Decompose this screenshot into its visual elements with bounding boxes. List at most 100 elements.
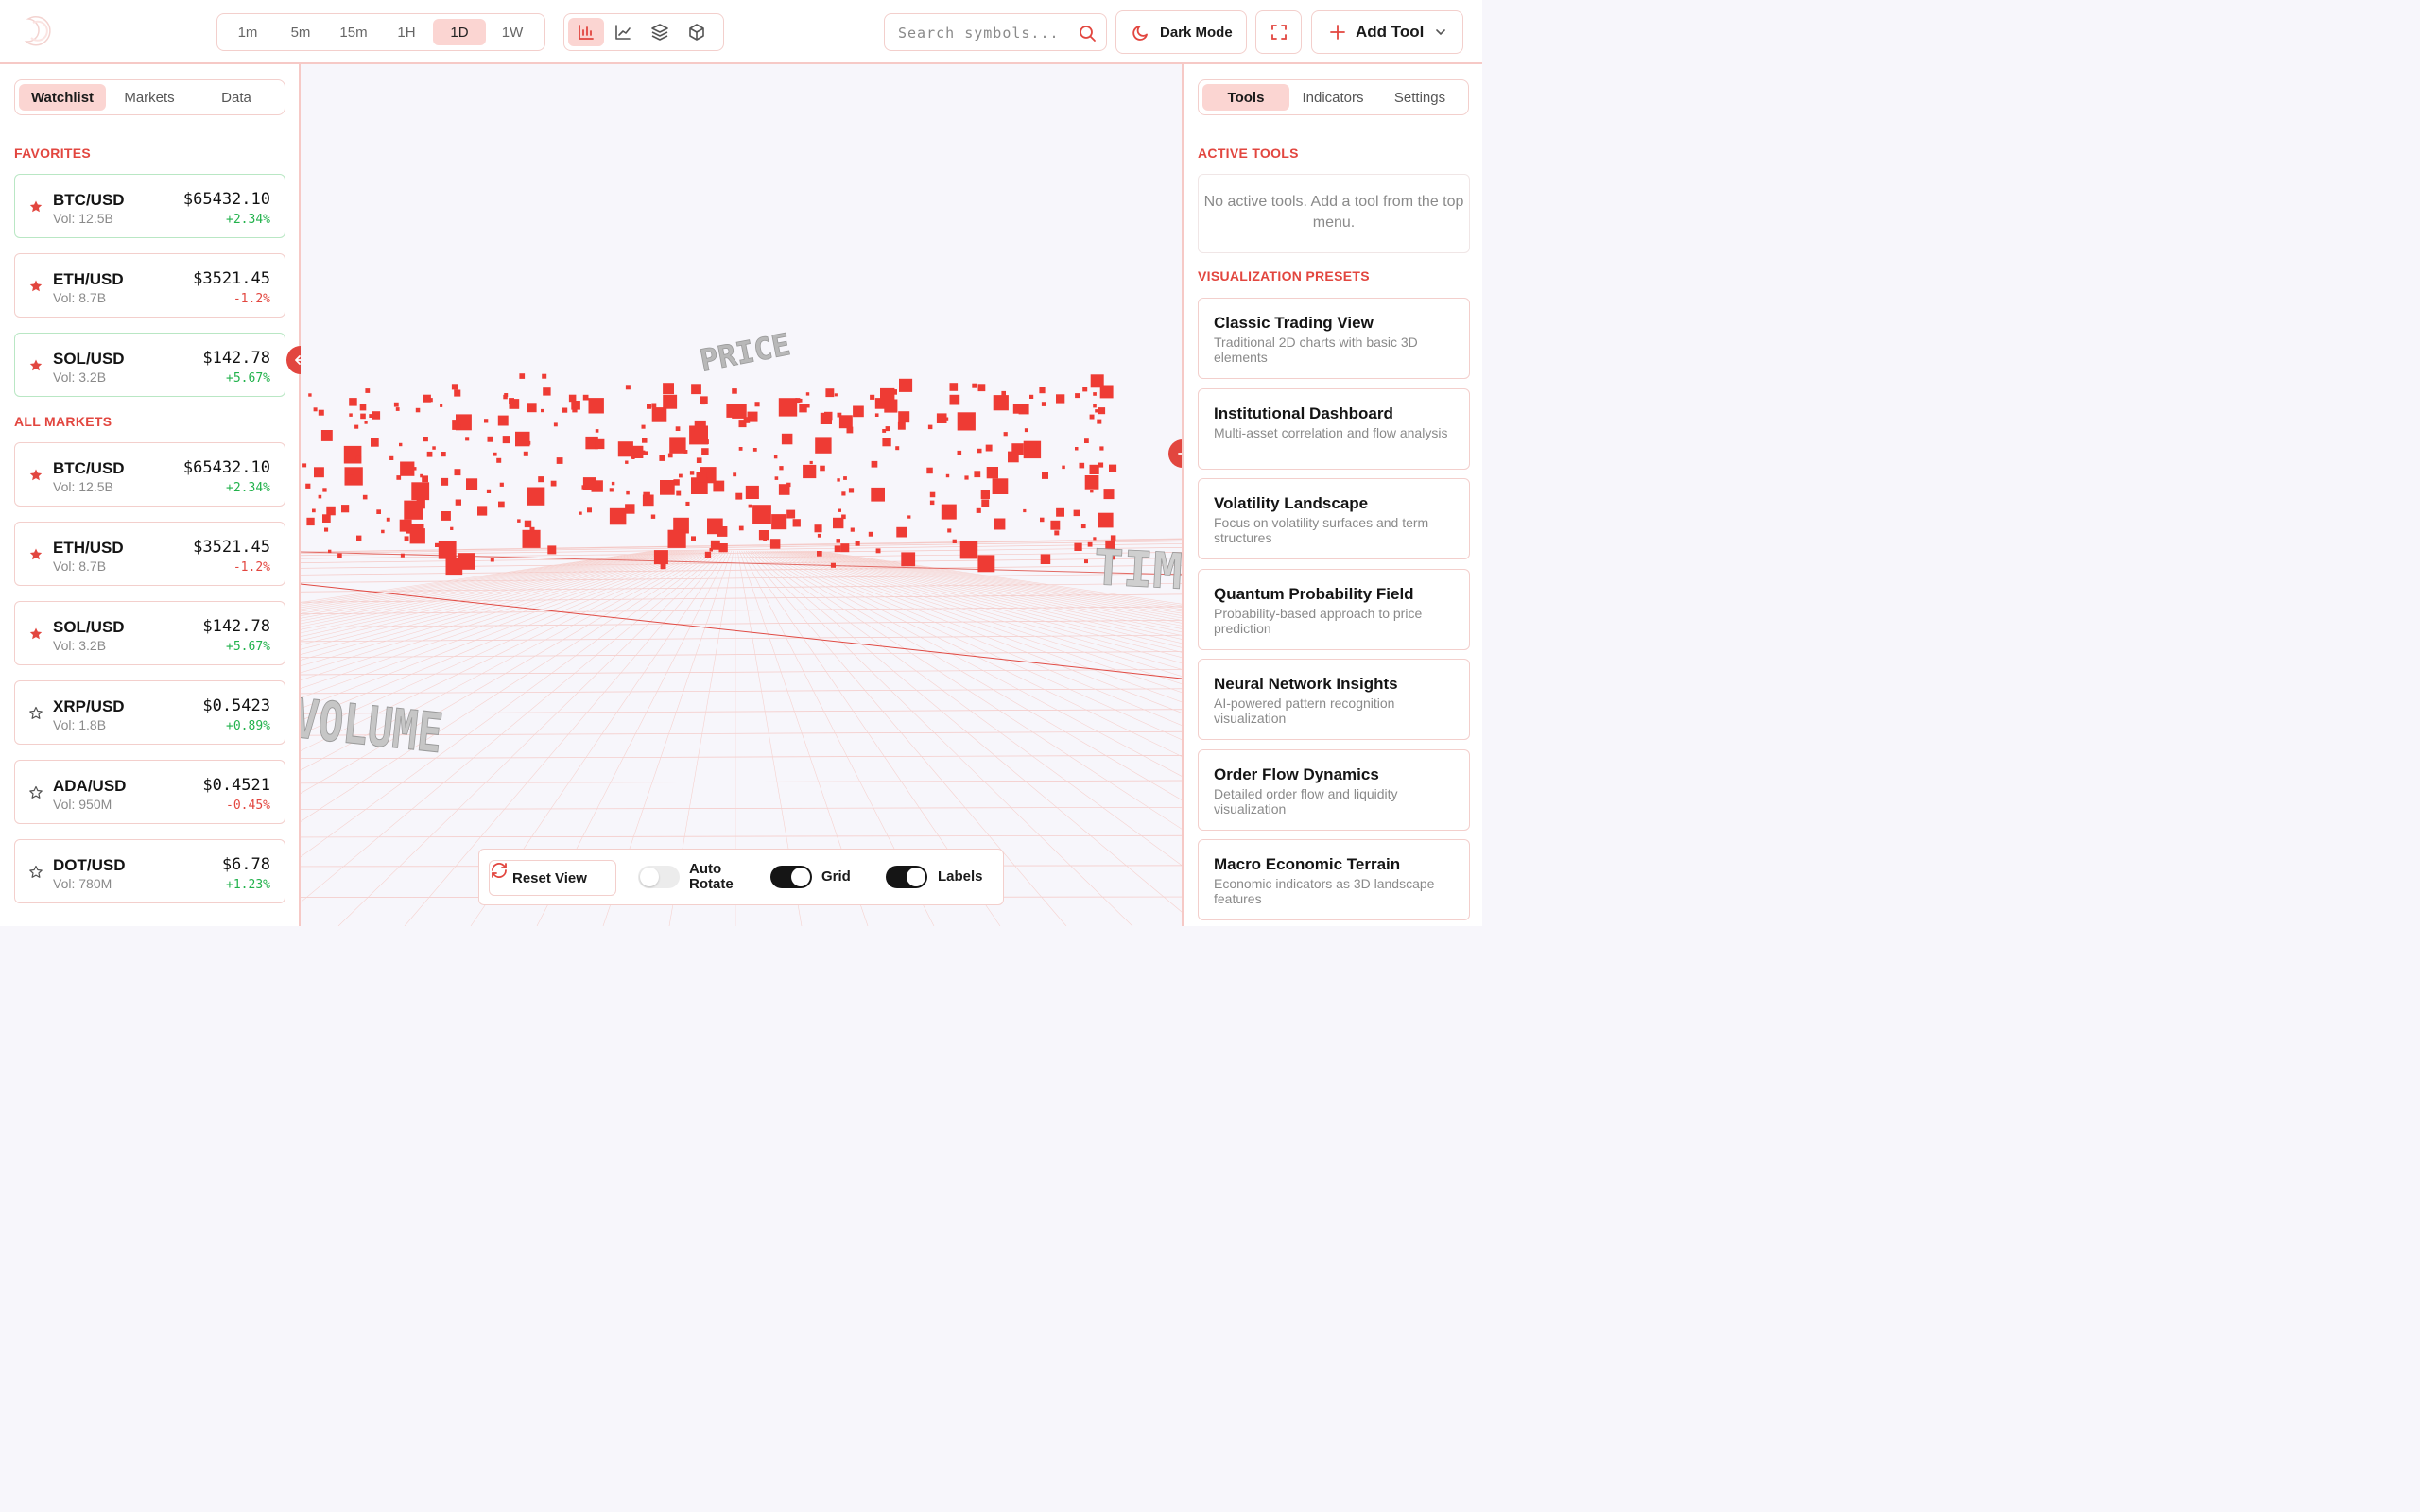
star-filled-icon[interactable] (28, 199, 43, 219)
data-cube (318, 494, 322, 499)
volume-axis-label: VOLUME (301, 688, 445, 766)
data-cube (1095, 409, 1098, 413)
moon-icon (1132, 26, 1148, 41)
tab-tools[interactable]: Tools (1202, 84, 1289, 111)
data-cube (1084, 475, 1099, 490)
preset-title: Macro Economic Terrain (1214, 855, 1401, 873)
data-cube (718, 543, 728, 553)
data-cube (898, 411, 910, 423)
data-cube (341, 505, 350, 513)
tab-markets[interactable]: Markets (106, 84, 193, 111)
star-filled-icon[interactable] (28, 468, 43, 488)
data-cube (899, 378, 913, 392)
layers-view-button[interactable] (642, 18, 678, 46)
data-cube (874, 413, 879, 417)
labels-toggle[interactable] (886, 866, 927, 888)
symbol-name: ETH/USD (53, 270, 124, 288)
data-cube (704, 551, 712, 558)
data-cube (709, 548, 713, 552)
data-cube (423, 394, 431, 403)
data-cube (1062, 465, 1065, 470)
star-filled-icon[interactable] (28, 279, 43, 299)
data-cube (1054, 530, 1060, 536)
preset-card[interactable]: Order Flow Dynamics Detailed order flow a… (1198, 748, 1470, 831)
market-card[interactable]: SOL/USD Vol: 3.2B $142.78 +5.67% (14, 333, 285, 397)
tab-indicators[interactable]: Indicators (1289, 84, 1376, 111)
timeframe-1w[interactable]: 1W (486, 19, 539, 45)
3d-market-scene[interactable]: PRICE VOLUME TIM Reset View Auto Rotate … (301, 64, 1182, 926)
data-cube (529, 526, 535, 532)
timeframe-5m[interactable]: 5m (274, 19, 327, 45)
grid-toggle[interactable] (770, 866, 812, 888)
market-card[interactable]: XRP/USD Vol: 1.8B $0.5423 +0.89% (14, 680, 285, 745)
scene-canvas[interactable]: PRICE VOLUME TIM (301, 64, 1182, 926)
add-tool-button[interactable]: Add Tool (1311, 10, 1463, 54)
market-card[interactable]: ETH/USD Vol: 8.7B $3521.45 -1.2% (14, 522, 285, 586)
cube-view-button[interactable] (679, 18, 715, 46)
market-card[interactable]: ADA/USD Vol: 950M $0.4521 -0.45% (14, 760, 285, 824)
data-cube (895, 446, 900, 451)
data-cube (882, 438, 891, 447)
reset-view-button[interactable]: Reset View (489, 860, 616, 896)
timeframe-1h[interactable]: 1H (380, 19, 433, 45)
data-cube (1056, 394, 1065, 404)
data-cube (816, 526, 821, 531)
volume-text: Vol: 780M (53, 876, 112, 891)
preset-card[interactable]: Neural Network Insights AI-powered patter… (1198, 659, 1470, 740)
dark-mode-button[interactable]: Dark Mode (1115, 10, 1247, 54)
preset-card[interactable]: Institutional Dashboard Multi-asset corre… (1198, 387, 1470, 470)
data-cube (519, 373, 526, 379)
fullscreen-button[interactable] (1255, 10, 1302, 54)
data-cube (1097, 419, 1102, 424)
data-cube (908, 515, 911, 519)
market-card[interactable]: BTC/USD Vol: 12.5B $65432.10 +2.34% (14, 442, 285, 507)
change-text: +1.23% (226, 878, 270, 892)
data-cube (977, 555, 995, 573)
preset-card[interactable]: Macro Economic Terrain Economic indicator… (1198, 839, 1470, 920)
tab-data[interactable]: Data (193, 84, 280, 111)
line-chart-icon (615, 25, 631, 40)
search-icon[interactable] (1078, 24, 1097, 43)
data-cube (313, 407, 318, 412)
star-outline-icon[interactable] (28, 785, 43, 805)
market-card[interactable]: DOT/USD Vol: 780M $6.78 +1.23% (14, 839, 285, 903)
market-card[interactable]: ETH/USD Vol: 8.7B $3521.45 -1.2% (14, 253, 285, 318)
star-filled-icon[interactable] (28, 358, 43, 378)
auto-rotate-toggle[interactable] (638, 866, 680, 888)
change-text: -1.2% (233, 560, 270, 575)
search-input[interactable] (898, 23, 1068, 43)
data-cube (929, 500, 935, 506)
data-cube (420, 473, 424, 478)
bar-chart-view-button[interactable] (568, 18, 604, 46)
price-text: $3521.45 (193, 538, 270, 557)
data-cube (743, 417, 751, 423)
preset-card[interactable]: Quantum Probability Field Probability-bas… (1198, 568, 1470, 650)
market-card[interactable]: BTC/USD Vol: 12.5B $65432.10 +2.34% (14, 174, 285, 238)
data-cube (855, 541, 860, 546)
star-outline-icon[interactable] (28, 865, 43, 885)
data-cube (929, 491, 936, 498)
preset-card[interactable]: Volatility Landscape Focus on volatility … (1198, 478, 1470, 559)
data-cube (302, 463, 307, 468)
data-cube (1084, 438, 1089, 443)
timeframe-1m[interactable]: 1m (221, 19, 274, 45)
data-cube (1082, 387, 1088, 392)
tab-settings[interactable]: Settings (1376, 84, 1463, 111)
tab-watchlist[interactable]: Watchlist (19, 84, 106, 111)
data-cube (1090, 374, 1104, 388)
star-filled-icon[interactable] (28, 627, 43, 646)
star-outline-icon[interactable] (28, 706, 43, 726)
market-card[interactable]: SOL/USD Vol: 3.2B $142.78 +5.67% (14, 601, 285, 665)
data-cube (484, 419, 489, 423)
data-cube (667, 453, 673, 458)
timeframe-15m[interactable]: 15m (327, 19, 380, 45)
star-filled-icon[interactable] (28, 547, 43, 567)
timeframe-1d[interactable]: 1D (433, 19, 486, 45)
line-chart-view-button[interactable] (605, 18, 641, 46)
grid-line (301, 541, 1182, 554)
symbol-name: BTC/USD (53, 191, 125, 209)
data-cube (503, 394, 508, 400)
data-cube (941, 504, 957, 520)
data-cube (497, 415, 509, 426)
preset-card[interactable]: Classic Trading View Traditional 2D chart… (1198, 298, 1470, 379)
